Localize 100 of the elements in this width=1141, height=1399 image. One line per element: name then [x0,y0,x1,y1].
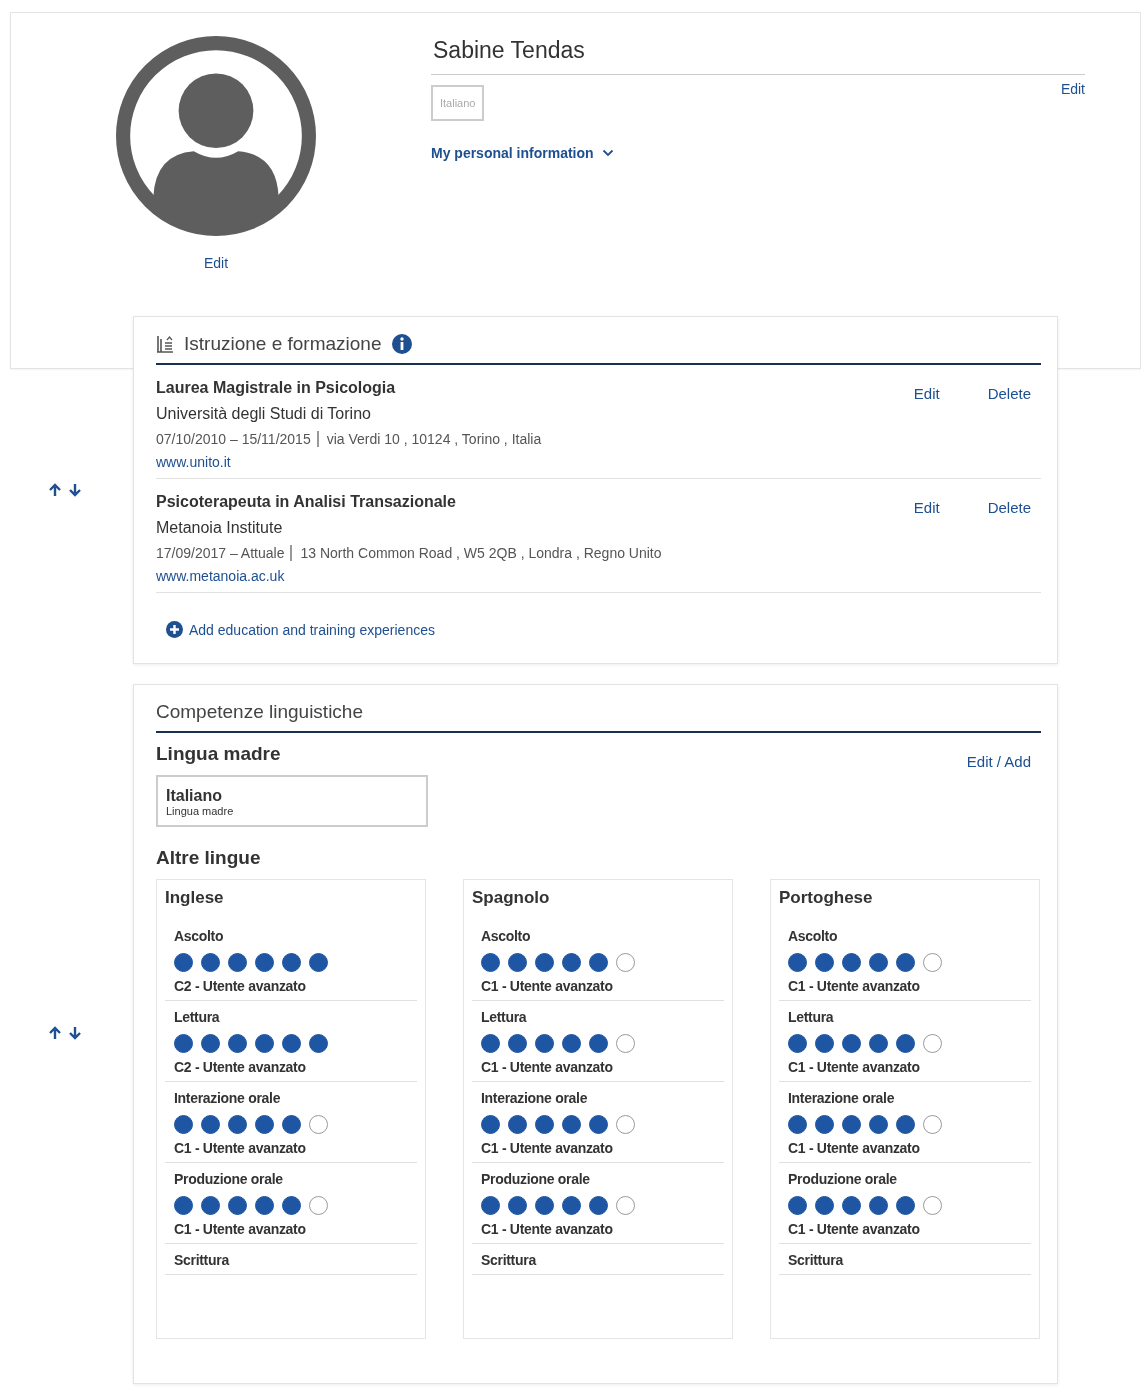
filled-dot [562,953,581,972]
empty-dot [923,1034,942,1053]
filled-dot [282,953,301,972]
filled-dot [869,1034,888,1053]
level-text: C1 - Utente avanzato [481,1140,614,1156]
filled-dot [255,1196,274,1215]
filled-dot [815,1115,834,1134]
edit-link[interactable]: Edit [1060,81,1085,97]
filled-dot [869,1196,888,1215]
move-arrows-icon [47,1026,84,1040]
filled-dot [508,1034,527,1053]
filled-dot [589,1115,608,1134]
add-experience-link[interactable]: Add education and training experiences [166,621,435,638]
edit-link[interactable]: Edit [203,255,229,271]
filled-dot [481,1115,500,1134]
edit-link[interactable]: Edit [913,385,940,470]
filled-dot [842,953,861,972]
skill-label: Produzione orale [174,1171,284,1187]
level-text: C2 - Utente avanzato [174,1059,307,1075]
filled-dot [508,1115,527,1134]
level-text: C1 - Utente avanzato [481,1221,614,1237]
edit-link[interactable]: Edit [913,499,940,584]
language-name: Italiano [166,787,223,805]
filled-dot [788,1034,807,1053]
filled-dot [174,953,193,972]
filled-dot [508,953,527,972]
institution-name: Università degli Studi di Torino [156,405,372,423]
add-circle-icon [166,621,183,638]
filled-dot [815,1196,834,1215]
level-text: C1 - Utente avanzato [481,978,614,994]
level-text: C1 - Utente avanzato [788,1059,921,1075]
empty-dot [616,1196,635,1215]
language-name: Spagnolo [472,888,551,908]
empty-dot [923,1115,942,1134]
empty-dot [616,953,635,972]
language-name: Inglese [165,888,225,908]
chevron-icon [601,149,614,157]
level-text: C1 - Utente avanzato [174,1140,307,1156]
info-icon [391,334,412,354]
filled-dot [788,1196,807,1215]
filled-dot [174,1196,193,1215]
filled-dot [228,1196,247,1215]
filled-dot [228,1034,247,1053]
level-text: C1 - Utente avanzato [788,978,921,994]
filled-dot [589,953,608,972]
filled-dot [896,1196,915,1215]
edit-add-link[interactable]: Edit / Add [966,753,1041,770]
filled-dot [201,953,220,972]
entry-title: Psicoterapeuta in Analisi Transazionale [156,493,457,511]
move-arrows-icon [47,483,84,497]
filled-dot [535,1196,554,1215]
delete-link[interactable]: Delete [987,385,1031,470]
empty-dot [309,1196,328,1215]
skill-label: Ascolto [788,928,839,944]
filled-dot [282,1115,301,1134]
subsection-title: Altre lingue [156,847,262,869]
filled-dot [481,1034,500,1053]
filled-dot [842,1034,861,1053]
level-text: C1 - Utente avanzato [788,1221,921,1237]
skill-label: Lettura [788,1009,835,1025]
skill-label: Lettura [481,1009,528,1025]
entry-title: Laurea Magistrale in Psicologia [156,379,397,397]
filled-dot [815,953,834,972]
empty-dot [923,1196,942,1215]
filled-dot [896,1115,915,1134]
filled-dot [282,1196,301,1215]
filled-dot [788,953,807,972]
skill-label: Produzione orale [481,1171,591,1187]
filled-dot [201,1196,220,1215]
level-text: C1 - Utente avanzato [481,1059,614,1075]
personal-info-toggle[interactable]: My personal information [431,145,614,161]
filled-dot [481,953,500,972]
profile-name: Sabine Tendas [431,37,1085,75]
filled-dot [201,1115,220,1134]
level-text: C2 - Utente avanzato [174,978,307,994]
skill-label: Ascolto [481,928,532,944]
filled-dot [174,1115,193,1134]
website-link[interactable]: www.unito.it [156,454,231,470]
skill-label: Interazione orale [788,1090,896,1106]
filled-dot [309,1034,328,1053]
level-text: C1 - Utente avanzato [174,1221,307,1237]
section-title: Competenze linguistiche [156,701,363,723]
empty-dot [923,953,942,972]
filled-dot [842,1115,861,1134]
filled-dot [896,1034,915,1053]
delete-link[interactable]: Delete [987,499,1031,584]
filled-dot [562,1196,581,1215]
skill-label: Scrittura [788,1252,845,1268]
filled-dot [174,1034,193,1053]
website-link[interactable]: www.metanoia.ac.uk [156,568,285,584]
filled-dot [562,1034,581,1053]
skill-label: Scrittura [481,1252,538,1268]
skill-label: Ascolto [174,928,225,944]
avatar-icon [115,35,317,237]
filled-dot [589,1034,608,1053]
section-title: Istruzione e formazione [184,333,382,355]
filled-dot [535,1034,554,1053]
filled-dot [201,1034,220,1053]
filled-dot [255,1115,274,1134]
filled-dot [228,953,247,972]
